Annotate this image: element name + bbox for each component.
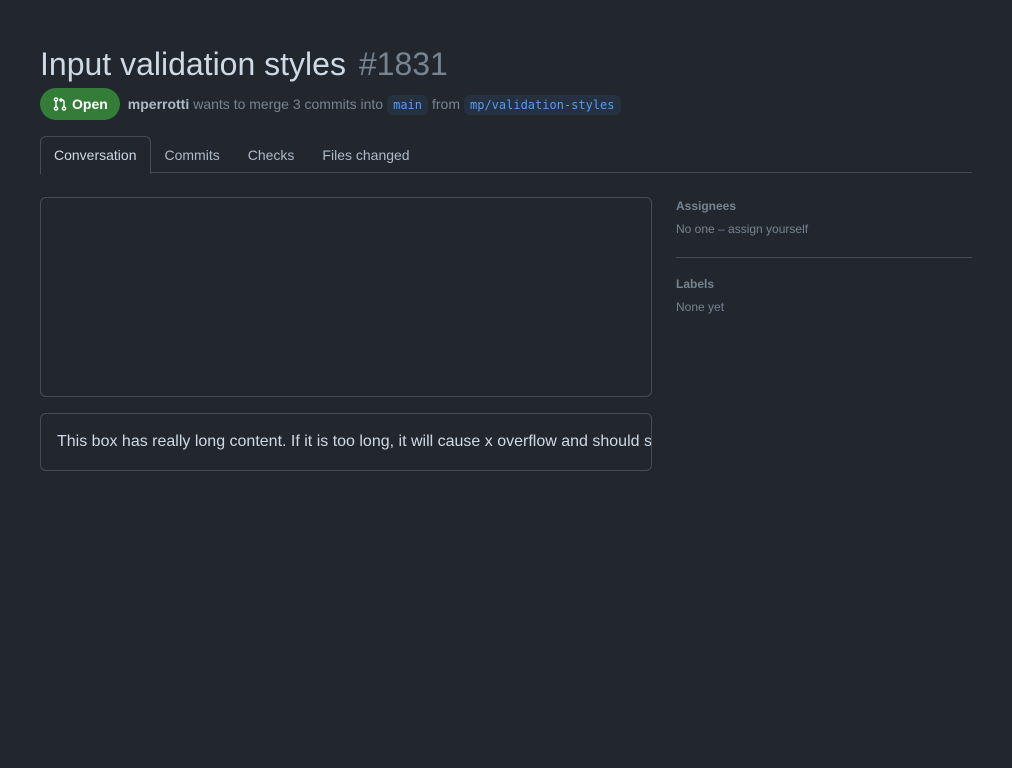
pr-number: #1831 bbox=[358, 46, 448, 82]
sidebar-labels: Labels None yet bbox=[676, 275, 972, 335]
labels-heading[interactable]: Labels bbox=[676, 275, 972, 293]
tab-conversation[interactable]: Conversation bbox=[40, 136, 151, 174]
assignees-value[interactable]: No one – assign yourself bbox=[676, 220, 972, 238]
tab-checks[interactable]: Checks bbox=[234, 136, 309, 173]
labels-value: None yet bbox=[676, 300, 725, 314]
long-content-text: This box has really long content. If it … bbox=[57, 433, 652, 450]
merge-summary: mperrotti wants to merge 3 commits into … bbox=[128, 94, 625, 115]
sidebar: Assignees No one – assign yourself Label… bbox=[676, 197, 972, 352]
author-link[interactable]: mperrotti bbox=[128, 96, 189, 112]
base-branch[interactable]: main bbox=[387, 95, 428, 115]
tab-files-changed[interactable]: Files changed bbox=[308, 136, 423, 173]
status-badge-label: Open bbox=[72, 96, 108, 112]
empty-box bbox=[40, 197, 652, 397]
page-title: Input validation styles #1831 bbox=[40, 44, 448, 84]
tab-bar: Conversation Commits Checks Files change… bbox=[40, 136, 972, 174]
head-branch[interactable]: mp/validation-styles bbox=[464, 95, 621, 115]
pr-meta: Open mperrotti wants to merge 3 commits … bbox=[40, 88, 625, 120]
status-badge: Open bbox=[40, 88, 120, 120]
from-text: from bbox=[432, 96, 460, 112]
main-content: This box has really long content. If it … bbox=[40, 197, 652, 471]
sidebar-assignees: Assignees No one – assign yourself bbox=[676, 197, 972, 258]
merge-text: wants to merge 3 commits into bbox=[193, 96, 384, 112]
assignees-heading[interactable]: Assignees bbox=[676, 197, 972, 215]
page: Input validation styles #1831 Open mperr… bbox=[0, 0, 1012, 768]
tab-commits[interactable]: Commits bbox=[151, 136, 234, 173]
git-pull-request-icon bbox=[53, 97, 67, 111]
long-content-box: This box has really long content. If it … bbox=[40, 413, 652, 471]
pr-title: Input validation styles bbox=[40, 46, 346, 82]
